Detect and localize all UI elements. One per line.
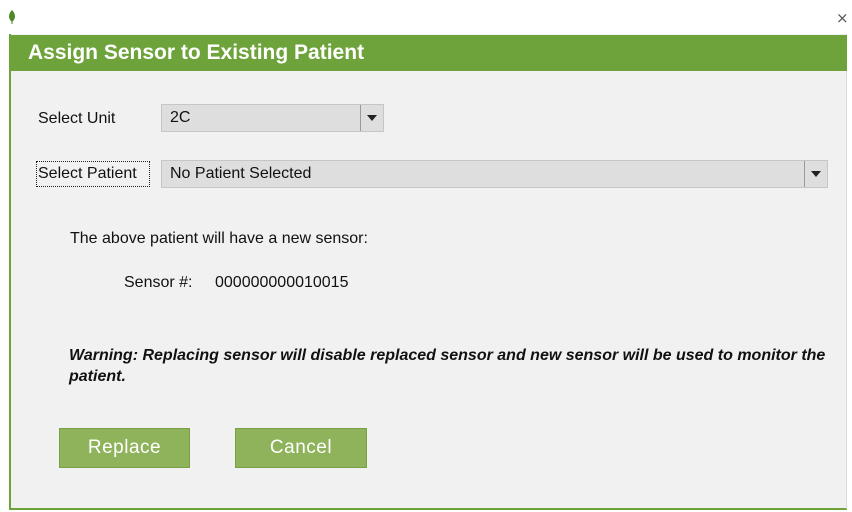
select-patient-label: Select Patient — [38, 165, 137, 182]
cancel-button[interactable]: Cancel — [235, 428, 367, 468]
window-titlebar: × — [0, 0, 852, 34]
dialog-header: Assign Sensor to Existing Patient — [11, 35, 847, 71]
replace-button[interactable]: Replace — [59, 428, 190, 468]
dialog-title: Assign Sensor to Existing Patient — [28, 41, 365, 64]
unit-dropdown[interactable]: 2C — [161, 104, 384, 132]
info-message: The above patient will have a new sensor… — [70, 230, 368, 247]
patient-dropdown[interactable]: No Patient Selected — [161, 160, 828, 188]
leaf-icon — [9, 10, 15, 24]
sensor-number: 000000000010015 — [215, 274, 349, 291]
patient-dropdown-button[interactable] — [804, 161, 827, 187]
chevron-down-icon — [811, 171, 821, 177]
unit-dropdown-value: 2C — [170, 109, 191, 126]
sensor-label: Sensor #: — [124, 274, 193, 291]
warning-text: Warning: Replacing sensor will disable r… — [69, 347, 826, 385]
unit-dropdown-button[interactable] — [360, 105, 383, 131]
close-icon[interactable]: × — [836, 10, 849, 26]
select-unit-label: Select Unit — [38, 110, 116, 127]
patient-dropdown-value: No Patient Selected — [170, 165, 312, 182]
chevron-down-icon — [367, 115, 377, 121]
